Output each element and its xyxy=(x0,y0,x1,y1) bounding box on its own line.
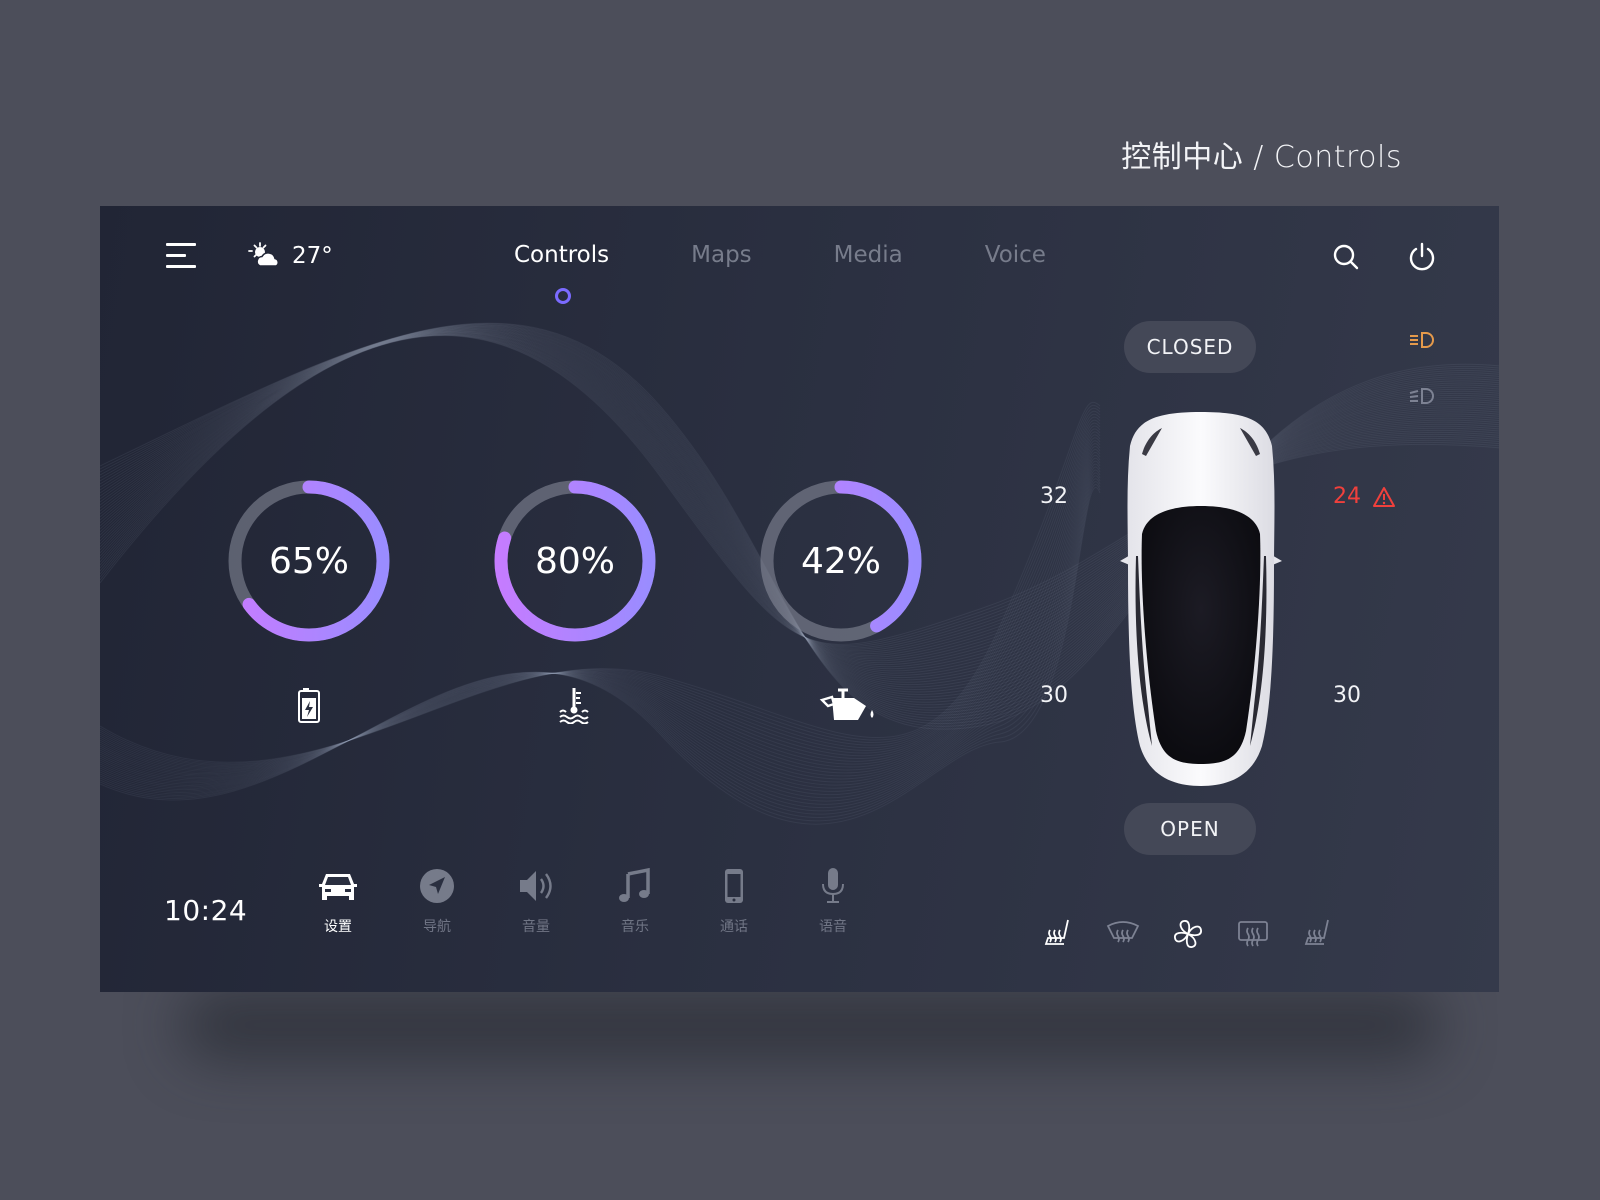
header-left: 27° xyxy=(166,242,333,270)
phone-icon xyxy=(725,869,743,903)
trunk-closed-button[interactable]: CLOSED xyxy=(1124,321,1256,373)
rear-defrost-icon[interactable] xyxy=(1235,916,1271,952)
tab-label: Media xyxy=(833,242,903,268)
dock-item-voice[interactable]: 语音 xyxy=(803,866,863,936)
partly-sunny-icon xyxy=(248,242,279,267)
tire-rear-left: 30 xyxy=(1040,683,1068,708)
power-icon[interactable] xyxy=(1407,242,1437,272)
navigation-icon xyxy=(420,869,454,903)
header-actions xyxy=(1285,242,1437,272)
weather: 27° xyxy=(248,242,333,270)
dock-item-volume[interactable]: 音量 xyxy=(506,866,566,936)
dock-label: 语音 xyxy=(819,919,847,935)
front-defrost-icon[interactable] xyxy=(1105,916,1141,952)
music-icon xyxy=(619,867,650,902)
dock-item-settings[interactable]: 设置 xyxy=(308,866,368,936)
coolant-temperature-icon xyxy=(559,688,589,724)
seat-heat-left-icon[interactable] xyxy=(1040,916,1076,952)
tab-label: Controls xyxy=(514,242,610,268)
climate-controls xyxy=(1040,916,1365,952)
app-dock: 设置 导航 音量 音乐 通话 语音 xyxy=(308,866,902,936)
tab-media[interactable]: Media xyxy=(834,242,903,268)
trunk-open-button[interactable]: OPEN xyxy=(1124,803,1256,855)
oil-value: 42% xyxy=(800,540,881,582)
tab-label: Voice xyxy=(984,242,1046,268)
temperature: 27° xyxy=(292,243,333,269)
tire-front-left: 32 xyxy=(1040,484,1068,509)
seat-heat-right-icon[interactable] xyxy=(1300,916,1336,952)
car-top-view xyxy=(1120,412,1282,786)
tab-label: Maps xyxy=(691,242,752,268)
battery-charging-icon xyxy=(298,688,320,723)
dock-item-navigation[interactable]: 导航 xyxy=(407,866,467,936)
dock-label: 通话 xyxy=(720,919,748,935)
oil-gauge: 42% xyxy=(756,476,926,646)
dock-label: 导航 xyxy=(423,919,451,935)
panel-shadow xyxy=(180,990,1440,1060)
search-icon[interactable] xyxy=(1331,242,1361,272)
dock-item-music[interactable]: 音乐 xyxy=(605,866,665,936)
tire-rear-right: 30 xyxy=(1333,683,1361,708)
warning-icon xyxy=(1373,487,1395,507)
high-beam-light-icon[interactable] xyxy=(1408,386,1436,406)
menu-icon[interactable] xyxy=(166,243,196,269)
main-tabs: Controls Maps Media Voice xyxy=(514,242,1128,304)
dock-label: 音量 xyxy=(522,919,550,935)
page-title: 控制中心 / Controls xyxy=(1121,140,1402,175)
clock: 10:24 xyxy=(164,894,248,927)
battery-gauge: 65% xyxy=(224,476,394,646)
coolant-value: 80% xyxy=(534,540,615,582)
microphone-icon xyxy=(822,868,844,903)
battery-value: 65% xyxy=(268,540,349,582)
car-icon xyxy=(319,874,357,900)
dashboard-panel: 27° Controls Maps Media Voice 65% 80% 42… xyxy=(100,206,1499,992)
dock-label: 音乐 xyxy=(621,919,649,935)
coolant-gauge: 80% xyxy=(490,476,660,646)
tire-front-right: 24 xyxy=(1333,484,1361,509)
fan-icon[interactable] xyxy=(1170,916,1206,952)
tab-controls[interactable]: Controls xyxy=(514,242,610,304)
tab-voice[interactable]: Voice xyxy=(985,242,1046,268)
dock-label: 设置 xyxy=(324,919,352,935)
tab-maps[interactable]: Maps xyxy=(691,242,752,268)
volume-icon xyxy=(520,871,552,901)
dock-item-phone[interactable]: 通话 xyxy=(704,866,764,936)
active-tab-indicator xyxy=(554,288,571,304)
low-beam-light-icon[interactable] xyxy=(1408,330,1436,350)
oil-can-icon xyxy=(819,688,874,720)
